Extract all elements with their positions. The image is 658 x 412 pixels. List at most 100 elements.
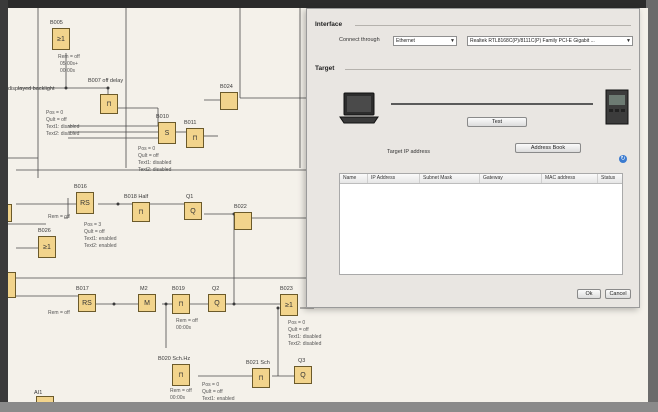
connect-through-select[interactable]: Ethernet ▼: [393, 36, 457, 46]
block-label-b023: B023: [280, 286, 293, 292]
param-b016-rem: Rem = off: [48, 214, 70, 220]
param-b005-time2: 00:00s: [60, 68, 76, 74]
column-header-subnet[interactable]: Subnet Mask: [420, 174, 480, 183]
param-b021-quit: QuIt = off: [202, 389, 223, 395]
b021-id: B021: [246, 360, 259, 366]
block-label-b021: B021 Sch: [246, 360, 270, 367]
param-b011-text2: Text2: disabled: [138, 167, 172, 173]
param-b010-text2: Text2: disabled: [46, 131, 80, 137]
block-b020[interactable]: ⊓: [172, 364, 190, 386]
block-label-m2: M2: [140, 286, 148, 292]
block-b019[interactable]: ⊓: [172, 294, 190, 314]
device-table[interactable]: Name IP Address Subnet Mask Gateway MAC …: [339, 173, 623, 275]
block-label-b016: B016: [74, 184, 87, 190]
block-label-b007: B007 off delay: [88, 78, 123, 85]
divider: [355, 25, 631, 26]
param-b016-text1: Text1: enabled: [84, 236, 117, 242]
block-symbol: RS: [80, 199, 90, 207]
connect-through-value: Ethernet: [396, 38, 415, 44]
param-b023-pos: Pos = 0: [288, 320, 306, 326]
block-m2[interactable]: M: [138, 294, 156, 312]
block-b021[interactable]: ⊓: [252, 368, 270, 388]
block-b018[interactable]: ⊓: [132, 202, 150, 222]
block-label-q2: Q2: [212, 286, 220, 292]
param-b023-quit: QuIt = off: [288, 327, 309, 333]
address-book-button[interactable]: Address Book: [515, 143, 581, 153]
block-symbol: ⊓: [138, 209, 144, 216]
column-header-gateway[interactable]: Gateway: [480, 174, 542, 183]
param-b011-text1: Text1: disabled: [138, 160, 172, 166]
block-ai1[interactable]: [36, 396, 54, 402]
block-label-b017: B017: [76, 286, 89, 292]
param-b021-pos: Pos = 0: [202, 382, 220, 388]
param-b020-rem: Rem = off: [170, 388, 192, 394]
block-q1[interactable]: Q: [184, 202, 202, 220]
block-symbol: ⊓: [106, 101, 112, 108]
param-b020-time: 00:00s: [170, 395, 186, 401]
param-b016-quit: QuIt = off: [84, 229, 105, 235]
param-b011-pos: Pos = 0: [138, 146, 156, 152]
block-label-q3: Q3: [298, 358, 306, 364]
network-adapter-select[interactable]: Realtek RTL8168C(P)/8111C(P) Family PCI-…: [467, 36, 633, 46]
target-ip-label: Target IP address: [387, 149, 431, 155]
block-symbol: ≥1: [57, 35, 65, 43]
block-symbol: M: [144, 299, 150, 307]
b007-desc: off delay: [102, 78, 124, 84]
block-b017[interactable]: RS: [78, 294, 96, 312]
block-symbol: S: [164, 129, 170, 137]
interface-section-title: Interface: [315, 21, 343, 28]
laptop-icon: [339, 92, 379, 124]
dropdown-arrow-icon: ▼: [626, 38, 631, 44]
block-symbol: ⊓: [192, 135, 198, 142]
param-b005-time: 05:00s+: [60, 61, 78, 67]
param-b016-text2: Text2: enabled: [84, 243, 117, 249]
block-symbol: Q: [300, 371, 306, 379]
param-b019-rem: Rem = off: [176, 318, 198, 324]
plc-device-icon: [605, 89, 629, 125]
column-header-status[interactable]: Status: [598, 174, 624, 183]
divider: [345, 69, 631, 70]
b007-id: B007: [88, 78, 101, 84]
block-b026[interactable]: ≥1: [38, 236, 56, 258]
cancel-button[interactable]: Cancel: [605, 289, 631, 299]
param-b023-text2: Text2: disabled: [288, 341, 322, 347]
block-label-b011: B011: [184, 120, 197, 126]
block-b023[interactable]: ≥1: [280, 294, 298, 316]
block-symbol: ≥1: [43, 243, 51, 251]
block-b022[interactable]: [234, 212, 252, 230]
block-label-b020: B020 Sch.Hz: [158, 356, 190, 363]
connection-line: [391, 103, 593, 105]
block-b011[interactable]: ⊓: [186, 128, 204, 148]
param-b010-text1: Text1: disabled: [46, 124, 80, 130]
block-b007[interactable]: ⊓: [100, 94, 118, 114]
b021-desc: Sch: [260, 360, 270, 366]
block-symbol: ⊓: [178, 301, 184, 308]
block-symbol: Q: [190, 207, 196, 215]
block-symbol: ≥1: [285, 301, 293, 309]
b020-id: B020: [158, 356, 171, 362]
block-b005[interactable]: ≥1: [52, 28, 70, 50]
b020-desc: Sch.Hz: [172, 356, 191, 362]
column-header-mac[interactable]: MAC address: [542, 174, 598, 183]
block-label-q1: Q1: [186, 194, 194, 200]
ok-button[interactable]: Ok: [577, 289, 601, 299]
refresh-icon[interactable]: ↻: [619, 155, 627, 163]
block-b016[interactable]: RS: [76, 192, 94, 214]
target-section-title: Target: [315, 65, 335, 72]
block-b010[interactable]: S: [158, 122, 176, 144]
column-header-name[interactable]: Name: [340, 174, 368, 183]
connect-through-label: Connect through: [339, 37, 380, 43]
block-label-b024: B024: [220, 84, 233, 90]
block-q2[interactable]: Q: [208, 294, 226, 312]
block-b024[interactable]: [220, 92, 238, 110]
param-b010-quit: QuIt = off: [46, 117, 67, 123]
monitor-bezel-top: [0, 0, 658, 8]
block-left-edge[interactable]: [8, 272, 16, 298]
param-b019-time: 00:00s: [176, 325, 192, 331]
monitor-bezel-bottom: [0, 402, 658, 412]
block-q3[interactable]: Q: [294, 366, 312, 384]
block-left-edge-upper[interactable]: [8, 204, 12, 222]
test-button[interactable]: Test: [467, 117, 527, 127]
column-header-ip[interactable]: IP Address: [368, 174, 420, 183]
block-label-b019: B019: [172, 286, 185, 292]
